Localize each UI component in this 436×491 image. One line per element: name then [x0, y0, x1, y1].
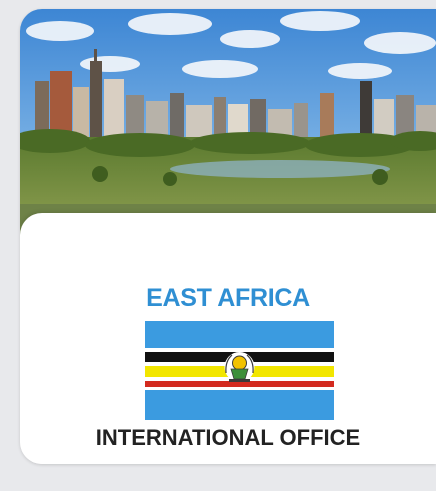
region-title: EAST AFRICA	[146, 284, 310, 312]
office-title: INTERNATIONAL OFFICE	[95, 425, 361, 450]
east-african-community-flag-icon	[145, 321, 334, 420]
city-skyline-image	[20, 9, 436, 204]
office-card[interactable]: EAST AFRICA INTERNATIONAL OFFICE	[20, 9, 436, 464]
card-content: EAST AFRICA INTERNATIONAL OFFICE	[20, 213, 436, 464]
